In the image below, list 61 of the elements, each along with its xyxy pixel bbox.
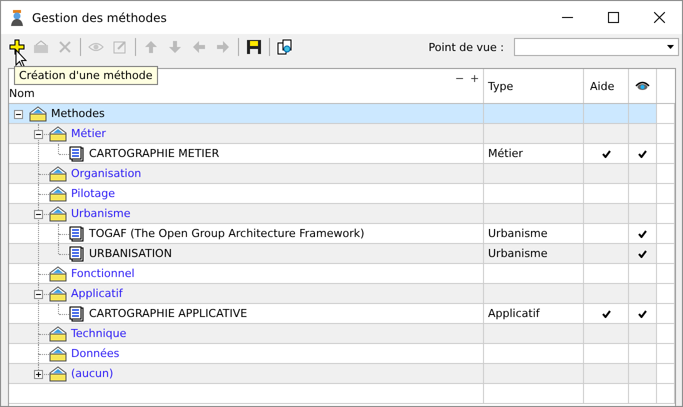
tree-row[interactable]: Métier (9, 124, 675, 144)
maximize-icon[interactable] (608, 12, 619, 23)
tree-item-label: URBANISATION (89, 247, 172, 260)
tree-row[interactable]: Methodes (9, 104, 675, 124)
save-icon[interactable] (246, 39, 262, 55)
folder-icon (49, 326, 67, 342)
expand-all-control[interactable]: + (470, 72, 480, 85)
expander-icon[interactable] (34, 130, 43, 139)
collapse-all-control[interactable]: − (455, 72, 464, 85)
tree-row[interactable]: URBANISATION Urbanisme (9, 244, 675, 264)
type-cell: Urbanisme (488, 247, 548, 260)
column-header[interactable]: Type (484, 69, 584, 103)
document-icon (69, 226, 85, 242)
folder-icon (49, 266, 67, 282)
tree-item-label: Applicatif (71, 287, 123, 300)
view-point-label: Point de vue : (428, 40, 504, 54)
folder-icon (49, 346, 67, 362)
tree-item-label: (aucun) (71, 367, 114, 380)
window-title: Gestion des méthodes (32, 10, 167, 24)
document-icon (69, 146, 85, 162)
app-icon (10, 8, 24, 26)
search-icon[interactable] (277, 39, 293, 55)
tree-item-label: Données (71, 347, 120, 360)
tree-row[interactable]: Organisation (9, 164, 675, 184)
tree-item-label: CARTOGRAPHIE APPLICATIVE (89, 307, 248, 320)
folder-icon (29, 106, 47, 122)
tree-item-label: Organisation (71, 167, 142, 180)
tree-item-label: Métier (71, 127, 106, 140)
tooltip: Création d'une méthode (14, 66, 158, 85)
document-icon (69, 246, 85, 262)
folder-icon (49, 286, 67, 302)
dropdown-arrow-icon[interactable] (667, 45, 674, 49)
mouse-cursor-icon (15, 49, 27, 68)
expander-icon[interactable] (14, 110, 23, 119)
tree-row[interactable]: TOGAF (The Open Group Architecture Framework) Urbanisme (9, 224, 675, 244)
eye-icon (635, 81, 650, 91)
tree-item-label: Fonctionnel (71, 267, 135, 280)
folder-icon (49, 166, 67, 182)
document-icon (69, 306, 85, 322)
tree-row[interactable]: Urbanisme (9, 204, 675, 224)
tree-row[interactable]: (aucun) (9, 364, 675, 384)
folder-icon (49, 186, 67, 202)
expander-icon[interactable] (34, 370, 43, 379)
tree-item-label: Pilotage (71, 187, 116, 200)
type-cell: Applicatif (488, 307, 540, 320)
tree-item-label: CARTOGRAPHIE METIER (89, 147, 220, 160)
expander-icon[interactable] (34, 290, 43, 299)
tree-item-label: Technique (71, 327, 126, 340)
tree-item-label: Methodes (51, 107, 105, 120)
folder-icon (49, 126, 67, 142)
tree-row[interactable]: Applicatif (9, 284, 675, 304)
folder-icon (49, 206, 67, 222)
close-icon[interactable] (654, 12, 665, 23)
tree-item-label: Urbanisme (71, 207, 131, 220)
type-cell: Urbanisme (488, 227, 548, 240)
tree-row[interactable]: Technique (9, 324, 675, 344)
expander-icon[interactable] (34, 210, 43, 219)
type-cell: Métier (488, 147, 523, 160)
column-header[interactable]: Aide (584, 69, 629, 103)
folder-icon (49, 366, 67, 382)
tree-item-label: TOGAF (The Open Group Architecture Framework) (89, 227, 364, 240)
